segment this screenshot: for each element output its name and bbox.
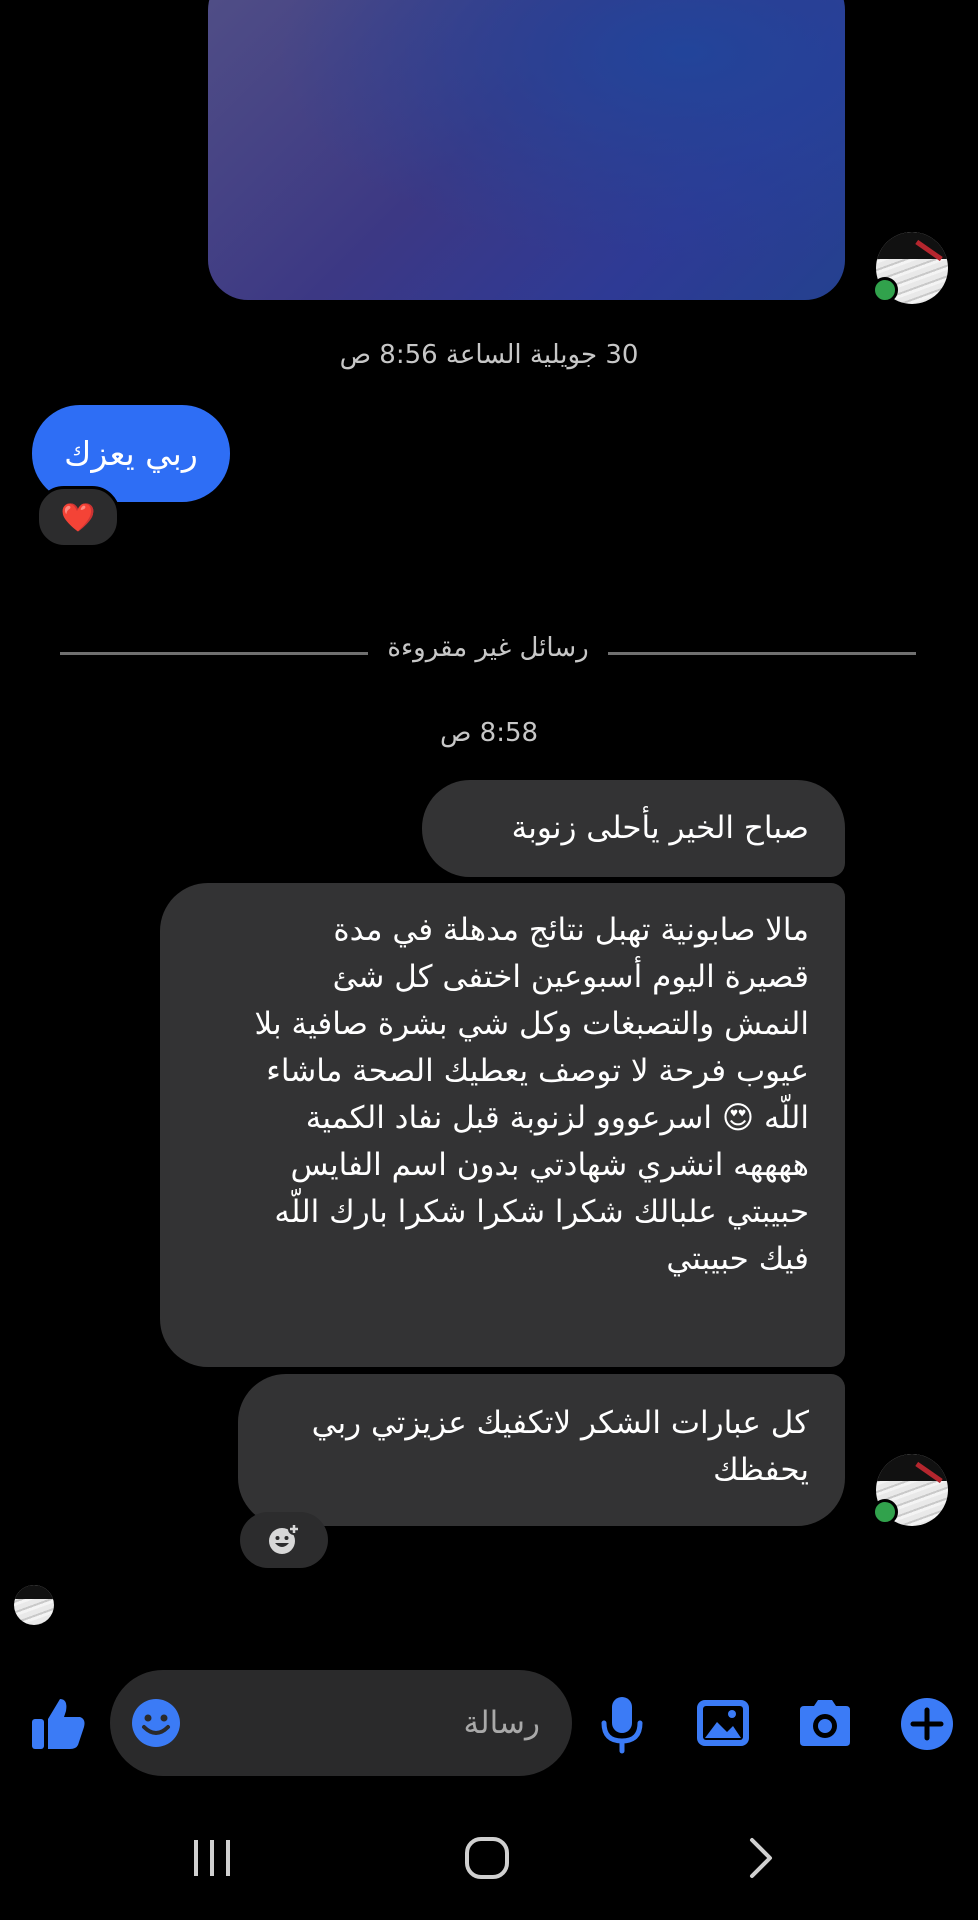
- message-line: اللّه 😍 اسرعووو لزنوبة قبل نفاد الكمية: [305, 1100, 809, 1136]
- recent-apps-icon[interactable]: [190, 1836, 234, 1880]
- divider-line-left: [60, 652, 368, 655]
- message-composer[interactable]: [110, 1670, 572, 1776]
- camera-icon[interactable]: [796, 1698, 854, 1748]
- message-line: النمش والتصبغات وكل شي بشرة صافية بلا: [254, 1006, 809, 1042]
- home-icon[interactable]: [462, 1836, 512, 1880]
- message-line: ههههه انشري شهادتي بدون اسم الفايس: [290, 1147, 809, 1183]
- online-status-dot: [872, 277, 898, 303]
- message-line: حبيبتي علبالك شكرا شكرا شكرا بارك اللّه: [274, 1194, 809, 1230]
- add-reaction-icon: [269, 1523, 300, 1554]
- online-status-dot: [872, 1499, 898, 1525]
- message-input[interactable]: [220, 1670, 540, 1776]
- add-reaction-button[interactable]: [240, 1512, 328, 1568]
- image-message[interactable]: [208, 0, 845, 300]
- message-line: مالا صابونية تهبل نتائج مدهلة في مدة: [333, 912, 809, 948]
- message-timestamp: 8:58 ص: [439, 718, 539, 748]
- message-text: صباح الخير يأحلى زنوبة: [511, 810, 809, 846]
- heart-icon: ❤️: [60, 500, 96, 534]
- microphone-icon[interactable]: [598, 1695, 646, 1755]
- plus-icon[interactable]: [900, 1697, 954, 1751]
- divider-line-right: [608, 652, 916, 655]
- message-line: كل عبارات الشكر لاتكفيك عزيزتي ربي: [311, 1405, 809, 1441]
- unread-messages-divider: رسائل غير مقروءة: [387, 633, 589, 663]
- gallery-icon[interactable]: [695, 1698, 751, 1748]
- message-line: يحفظك: [713, 1452, 809, 1488]
- received-message-bubble[interactable]: مالا صابونية تهبل نتائج مدهلة في مدة قصي…: [160, 883, 845, 1367]
- heart-reaction[interactable]: ❤️: [36, 486, 120, 548]
- back-icon[interactable]: [746, 1836, 776, 1880]
- seen-receipt-avatar: [14, 1585, 54, 1625]
- message-line: عيوب فرحة لا توصف يعطيك الصحة ماشاء: [266, 1053, 809, 1089]
- received-message-bubble[interactable]: كل عبارات الشكر لاتكفيك عزيزتي ربي يحفظك: [238, 1374, 845, 1526]
- like-icon[interactable]: [28, 1693, 88, 1753]
- received-message-bubble[interactable]: صباح الخير يأحلى زنوبة: [422, 780, 845, 877]
- emoji-icon[interactable]: [130, 1697, 182, 1749]
- message-line: قصيرة اليوم أسبوعين اختفى كل شئ: [332, 959, 809, 995]
- date-timestamp: 30 جويلية الساعة 8:56 ص: [339, 340, 639, 370]
- message-line: فيك حبيبتي: [666, 1241, 809, 1277]
